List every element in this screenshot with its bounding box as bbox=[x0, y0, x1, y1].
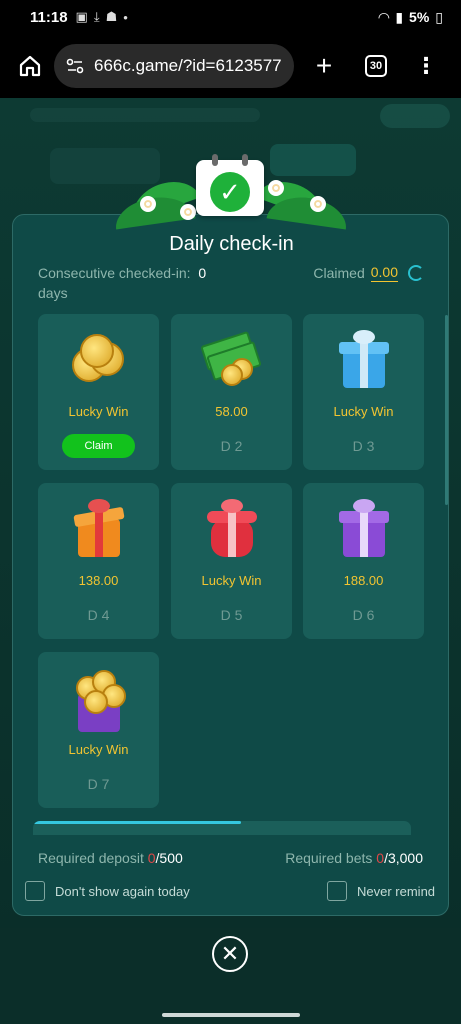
required-bets-current: 0 bbox=[376, 850, 385, 866]
never-remind-option[interactable]: Never remind bbox=[327, 881, 435, 901]
card-day: D 3 bbox=[352, 438, 375, 454]
daily-checkin-dialog: Daily check-in Consecutive checked-in: 0… bbox=[12, 214, 449, 916]
coin-stack-icon bbox=[68, 328, 130, 390]
close-dialog-button[interactable]: ✕ bbox=[212, 936, 248, 972]
card-day: D 5 bbox=[220, 607, 243, 623]
checkin-card-day-7[interactable]: Lucky Win D 7 bbox=[38, 652, 159, 808]
open-gift-box-icon bbox=[68, 497, 130, 559]
url-text: 666c.game/?id=6123577 bbox=[94, 56, 282, 75]
blue-gift-icon bbox=[333, 328, 395, 390]
browser-menu-button[interactable]: ⋮ bbox=[408, 48, 444, 84]
checkmark-icon: ✓ bbox=[210, 172, 250, 212]
consecutive-checkin-info: Consecutive checked-in: 0 days bbox=[38, 263, 238, 303]
tab-switcher-button[interactable]: 30 bbox=[358, 48, 394, 84]
claimed-value: 0.00 bbox=[370, 264, 398, 282]
checkin-card-day-5[interactable]: Lucky Win D 5 bbox=[171, 483, 292, 639]
card-reward: 58.00 bbox=[215, 404, 248, 419]
new-tab-button[interactable]: + bbox=[306, 48, 342, 84]
more-vert-icon: ⋮ bbox=[415, 53, 437, 78]
address-bar[interactable]: 666c.game/?id=6123577 bbox=[54, 44, 294, 88]
calendar-icon: ✓ bbox=[196, 154, 264, 216]
required-deposit-total: /500 bbox=[155, 850, 183, 866]
card-reward: Lucky Win bbox=[68, 404, 129, 419]
wifi-icon: ◠ bbox=[378, 8, 390, 25]
card-day: D 2 bbox=[220, 438, 243, 454]
checkin-banner: ✓ bbox=[108, 154, 354, 230]
required-deposit: Required deposit 0/500 bbox=[38, 850, 183, 866]
home-indicator[interactable] bbox=[162, 1013, 300, 1017]
dot-icon: • bbox=[123, 9, 128, 25]
card-day: D 4 bbox=[87, 607, 110, 623]
required-deposit-current: 0 bbox=[147, 850, 156, 866]
battery-level: 5% bbox=[409, 9, 430, 25]
required-bets-total: /3,000 bbox=[384, 850, 423, 866]
required-deposit-label: Required deposit bbox=[38, 850, 144, 866]
checkin-card-day-2[interactable]: 58.00 D 2 bbox=[171, 314, 292, 470]
consecutive-value: 0 bbox=[198, 265, 207, 281]
card-reward: Lucky Win bbox=[333, 404, 394, 419]
card-reward: 188.00 bbox=[343, 573, 384, 588]
claimed-label: Claimed bbox=[313, 264, 365, 281]
never-remind-checkbox[interactable] bbox=[327, 881, 347, 901]
browser-toolbar: 666c.game/?id=6123577 + 30 ⋮ bbox=[0, 34, 461, 98]
claim-button[interactable]: Claim bbox=[62, 434, 135, 458]
never-remind-label: Never remind bbox=[357, 883, 436, 899]
system-icons: ◠ ▮ 5% ▯ bbox=[379, 9, 443, 26]
scrollbar[interactable] bbox=[445, 315, 448, 505]
checkin-card-day-1[interactable]: Lucky Win Claim bbox=[38, 314, 159, 470]
dialog-title: Daily check-in bbox=[169, 233, 294, 255]
card-reward: Lucky Win bbox=[201, 573, 262, 588]
notification-icons: ▣ ⤓ ☗ • bbox=[76, 9, 128, 25]
consecutive-unit: days bbox=[38, 285, 68, 301]
home-button[interactable] bbox=[12, 48, 48, 84]
status-bar: 11:18 ▣ ⤓ ☗ • ◠ ▮ 5% ▯ bbox=[0, 0, 461, 34]
home-icon bbox=[19, 55, 41, 77]
refresh-icon[interactable] bbox=[408, 264, 424, 281]
claimed-info: Claimed 0.00 bbox=[313, 263, 424, 282]
red-gift-icon bbox=[201, 497, 263, 559]
consecutive-label: Consecutive checked-in: bbox=[38, 265, 191, 281]
card-reward: Lucky Win bbox=[68, 742, 129, 757]
snapchat-icon: ☗ bbox=[105, 9, 118, 24]
gold-treasure-icon bbox=[68, 666, 130, 732]
cash-and-coins-icon bbox=[200, 328, 263, 390]
flower-decoration bbox=[140, 196, 156, 212]
dont-show-today-checkbox[interactable] bbox=[25, 881, 45, 901]
download-icon: ⤓ bbox=[93, 9, 100, 24]
dont-show-today-label: Don't show again today bbox=[55, 883, 190, 899]
required-bets: Required bets 0/3,000 bbox=[285, 850, 423, 866]
progress-bar bbox=[33, 821, 411, 835]
card-day: D 7 bbox=[87, 776, 110, 792]
purple-gift-icon bbox=[333, 497, 395, 559]
plus-icon: + bbox=[315, 50, 333, 81]
close-circle-icon: ✕ bbox=[220, 941, 240, 966]
image-icon: ▣ bbox=[75, 9, 88, 24]
card-reward: 138.00 bbox=[78, 573, 119, 588]
progress-fill bbox=[33, 821, 241, 824]
site-settings-icon[interactable] bbox=[66, 57, 84, 75]
signal-icon: ▮ bbox=[395, 8, 404, 25]
status-time: 11:18 bbox=[30, 8, 68, 26]
checkin-card-day-3[interactable]: Lucky Win D 3 bbox=[303, 314, 424, 470]
battery-icon: ▯ bbox=[435, 8, 443, 25]
checkin-card-day-6[interactable]: 188.00 D 6 bbox=[303, 483, 424, 639]
tab-switcher-icon: 30 bbox=[365, 55, 387, 77]
checkin-card-day-4[interactable]: 138.00 D 4 bbox=[38, 483, 159, 639]
required-bets-label: Required bets bbox=[285, 850, 373, 866]
dont-show-today-option[interactable]: Don't show again today bbox=[25, 881, 190, 901]
card-day: D 6 bbox=[352, 607, 375, 623]
